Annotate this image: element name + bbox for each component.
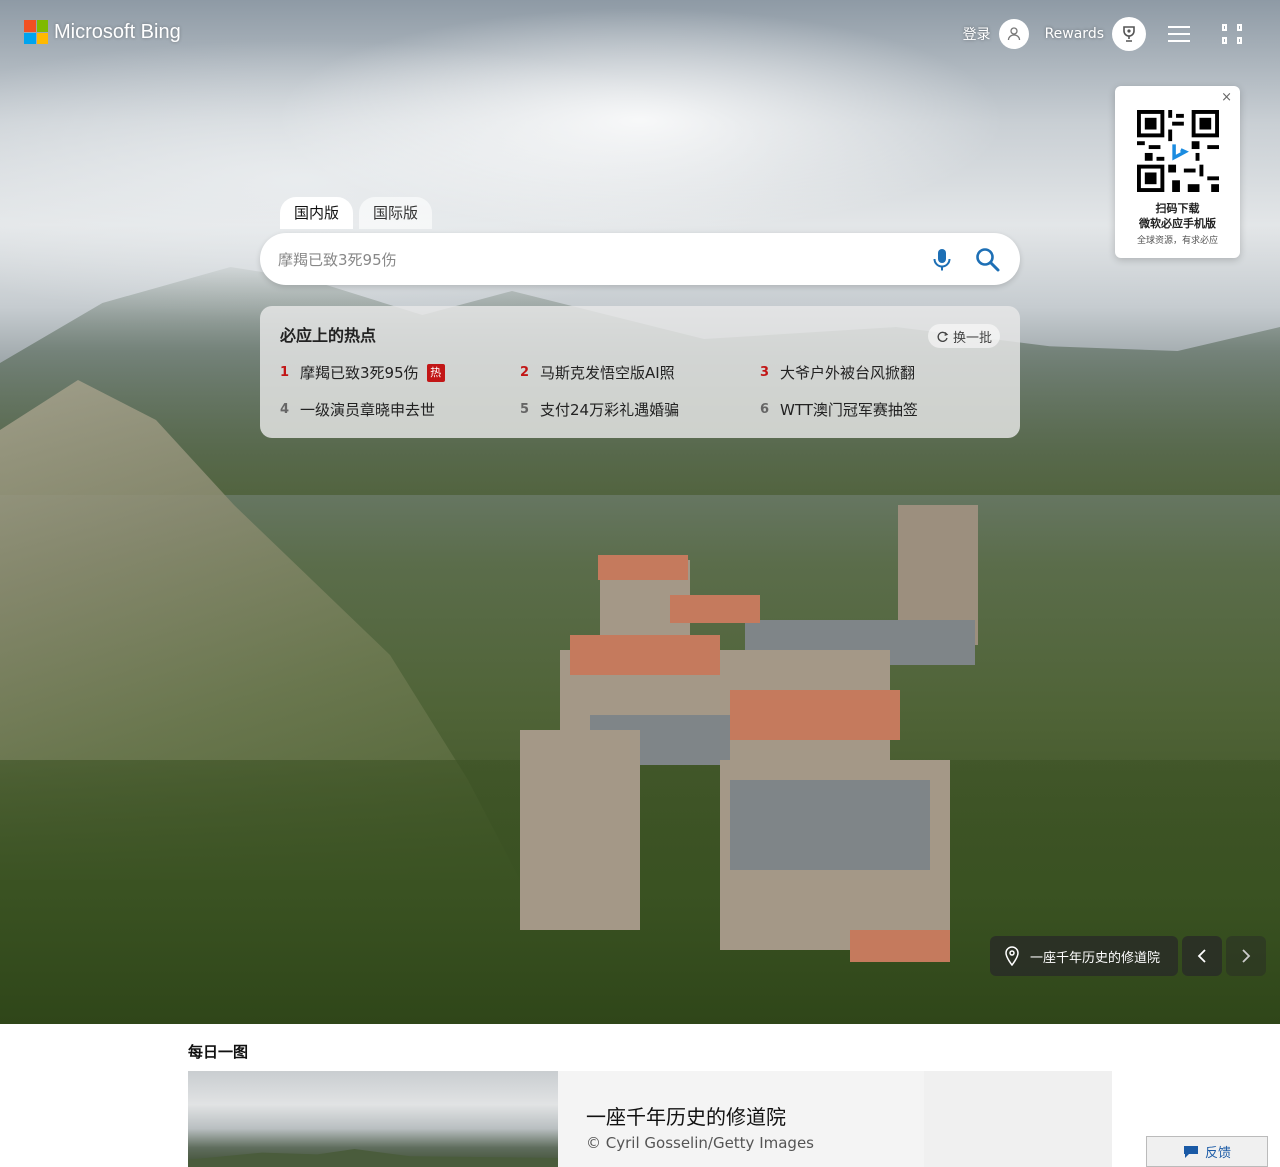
daily-image-thumbnail[interactable] — [188, 1071, 558, 1167]
refresh-button[interactable]: 换一批 — [927, 324, 1000, 348]
trending-rank: 3 — [760, 365, 770, 380]
trending-text: 大爷户外被台风掀翻 — [780, 364, 916, 382]
image-caption: 一座千年历史的修道院 — [1030, 950, 1161, 966]
image-info-button[interactable]: 一座千年历史的修道院 — [990, 936, 1178, 976]
hamburger-icon[interactable] — [1168, 26, 1190, 42]
search-input[interactable] — [276, 245, 900, 275]
search-icon[interactable] — [974, 246, 1002, 274]
trending-rank: 1 — [280, 365, 290, 380]
trending-rank: 5 — [520, 402, 530, 417]
tab-international[interactable]: 国际版 — [359, 197, 433, 229]
qr-line-1: 扫码下载 — [1155, 202, 1200, 215]
qr-code-icon[interactable] — [1222, 24, 1242, 44]
microsoft-logo-icon — [24, 20, 48, 44]
monastery-illustration — [520, 500, 990, 980]
rewards-button[interactable]: Rewards — [1045, 17, 1146, 51]
qr-line-3: 全球资源，有求必应 — [1136, 236, 1218, 246]
trending-rank: 2 — [520, 365, 530, 380]
microphone-icon[interactable] — [930, 247, 954, 273]
chat-bubble-icon — [1183, 1145, 1198, 1158]
trending-item[interactable]: 4 一级演员章晓申去世 — [280, 399, 435, 420]
trending-text: 摩羯已致3死95伤 — [300, 364, 419, 382]
rewards-label: Rewards — [1044, 26, 1104, 42]
chevron-right-icon — [1242, 949, 1251, 963]
feedback-button[interactable]: 反馈 — [1146, 1136, 1268, 1167]
search-region-tabs: 国内版 国际版 — [280, 197, 433, 229]
qr-download-popup: × 扫码下载 微软必应手机版 全球资源，有求必应 — [1115, 86, 1240, 258]
trending-rank: 6 — [760, 402, 770, 417]
daily-image-card[interactable]: 一座千年历史的修道院 © Cyril Gosselin/Getty Images — [188, 1071, 1112, 1167]
qr-line-2: 微软必应手机版 — [1139, 217, 1216, 230]
background-image — [0, 0, 1280, 1024]
user-icon — [998, 19, 1029, 49]
trending-item[interactable]: 1 摩羯已致3死95伤 热 — [280, 362, 445, 383]
chevron-left-icon — [1197, 949, 1206, 963]
trending-text: 马斯克发悟空版AI照 — [540, 364, 675, 382]
trending-item[interactable]: 2 马斯克发悟空版AI照 — [520, 362, 675, 383]
feedback-label: 反馈 — [1204, 1146, 1231, 1161]
trending-item[interactable]: 6 WTT澳门冠军赛抽签 — [760, 399, 918, 420]
bing-logo[interactable]: Microsoft Bing — [24, 20, 181, 44]
trending-title: 必应上的热点 — [280, 326, 377, 345]
trending-text: 支付24万彩礼遇婚骗 — [540, 401, 680, 419]
refresh-label: 换一批 — [952, 330, 992, 346]
signin-button[interactable]: 登录 — [963, 19, 1029, 49]
daily-image-title[interactable]: 一座千年历史的修道院 — [586, 1101, 786, 1130]
location-pin-icon — [1005, 946, 1019, 966]
trophy-icon — [1112, 17, 1146, 51]
trending-item[interactable]: 5 支付24万彩礼遇婚骗 — [520, 399, 679, 420]
daily-image-copyright: © Cyril Gosselin/Getty Images — [586, 1134, 814, 1152]
refresh-icon — [937, 331, 949, 342]
next-image-button[interactable] — [1226, 936, 1266, 976]
logo-text: Microsoft Bing — [54, 20, 181, 43]
top-bar: 登录 Rewards — [947, 17, 1242, 51]
trending-text: 一级演员章晓申去世 — [300, 401, 436, 419]
trending-item[interactable]: 3 大爷户外被台风掀翻 — [760, 362, 915, 383]
tab-domestic[interactable]: 国内版 — [280, 197, 354, 229]
qr-code-image — [1137, 110, 1219, 192]
daily-card-side — [924, 1071, 1112, 1167]
trending-text: WTT澳门冠军赛抽签 — [780, 401, 918, 419]
trending-rank: 4 — [280, 402, 290, 417]
search-box — [260, 233, 1020, 285]
trending-panel: 必应上的热点 换一批 1 摩羯已致3死95伤 热 2 马斯克发悟空版AI照 3 … — [260, 306, 1020, 438]
close-icon[interactable]: × — [1221, 90, 1232, 105]
daily-image-section-title: 每日一图 — [188, 1043, 249, 1061]
hot-badge: 热 — [426, 363, 445, 382]
previous-image-button[interactable] — [1182, 936, 1222, 976]
signin-label: 登录 — [962, 27, 991, 43]
